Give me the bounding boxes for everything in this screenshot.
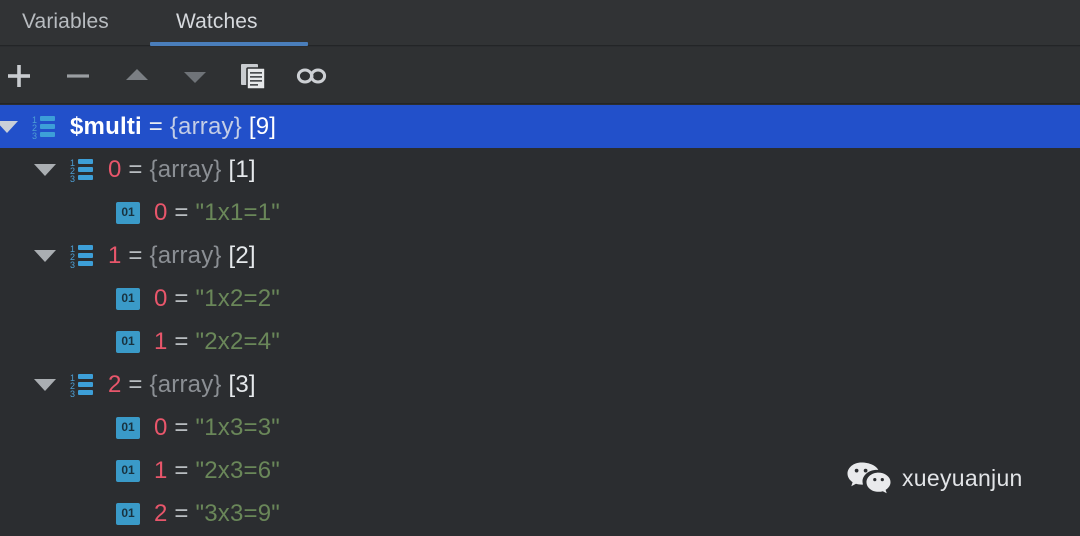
tree-row-type: {array}: [149, 155, 222, 183]
tree-row-key: $multi: [70, 112, 142, 140]
expand-triangle-icon[interactable]: [32, 243, 58, 269]
tree-row[interactable]: 1 2 3 $multi = {array} [9]: [0, 105, 1080, 148]
tree-row[interactable]: 01 0 = "1x1=1": [0, 191, 1080, 234]
tree-row-key: 1: [154, 456, 168, 484]
glasses-icon: [296, 68, 327, 84]
triangle-down-icon: [184, 72, 206, 83]
tree-row-equals: =: [167, 413, 196, 441]
move-up-button[interactable]: [120, 59, 154, 93]
move-down-button[interactable]: [178, 59, 212, 93]
tab-variables[interactable]: Variables: [22, 0, 109, 46]
tree-row-label: 0 = "1x3=3": [154, 414, 280, 442]
tree-row-value: "1x1=1": [195, 198, 281, 226]
watch-expression-button[interactable]: [294, 59, 328, 93]
tree-row-equals: =: [167, 198, 196, 226]
expand-triangle-icon[interactable]: [0, 114, 20, 140]
tree-row-key: 1: [108, 241, 122, 269]
tree-row-equals: =: [141, 112, 170, 140]
copy-value-button[interactable]: [236, 59, 270, 93]
tree-row-equals: =: [121, 370, 150, 398]
tree-row-equals: =: [167, 499, 196, 527]
string-icon: 01: [116, 458, 142, 484]
array-icon: 123: [32, 114, 58, 140]
tree-row-key: 0: [154, 413, 168, 441]
tree-row-key: 0: [108, 155, 122, 183]
tree-row-label: 2 = "3x3=9": [154, 500, 280, 528]
remove-watch-button[interactable]: [61, 59, 95, 93]
tree-row-label: $multi = {array} [9]: [70, 113, 276, 141]
tree-row-count: [9]: [241, 112, 277, 140]
string-icon: 01: [116, 200, 142, 226]
wechat-icon: [846, 460, 892, 496]
tree-row-equals: =: [167, 327, 196, 355]
copy-icon: [241, 64, 266, 90]
active-tab-indicator: [150, 42, 308, 46]
tree-row-label: 2 = {array} [3]: [108, 371, 256, 399]
debugger-watches-panel: Variables Watches 1 2 3 $multi = {array}…: [0, 0, 1080, 536]
tree-row-count: [1]: [221, 155, 256, 183]
string-icon: 01: [116, 415, 142, 441]
tree-row[interactable]: 01 0 = "1x3=3": [0, 406, 1080, 449]
tree-row-equals: =: [121, 241, 150, 269]
watermark: xueyuanjun: [846, 458, 1023, 498]
tree-row-value: "2x3=6": [195, 456, 281, 484]
tree-row-type: {array}: [149, 370, 222, 398]
add-watch-button[interactable]: [2, 59, 36, 93]
watches-toolbar: [0, 47, 1080, 104]
tree-row-label: 1 = "2x3=6": [154, 457, 280, 485]
array-icon: 123: [70, 372, 96, 398]
tree-row-key: 1: [154, 327, 168, 355]
array-icon: 123: [70, 157, 96, 183]
tree-row[interactable]: 123 0 = {array} [1]: [0, 148, 1080, 191]
tree-row-label: 0 = {array} [1]: [108, 156, 256, 184]
tree-row-key: 0: [154, 284, 168, 312]
tree-row-key: 2: [108, 370, 122, 398]
tree-row-label: 1 = "2x2=4": [154, 328, 280, 356]
tree-row[interactable]: 01 1 = "2x2=4": [0, 320, 1080, 363]
expand-triangle-icon[interactable]: [32, 157, 58, 183]
string-icon: 01: [116, 286, 142, 312]
tree-row-count: [2]: [221, 241, 256, 269]
watermark-text: xueyuanjun: [902, 464, 1023, 491]
tree-row-type: {array}: [149, 241, 222, 269]
tree-row[interactable]: 123 1 = {array} [2]: [0, 234, 1080, 277]
tree-row-label: 0 = "1x1=1": [154, 199, 280, 227]
tree-row[interactable]: 01 0 = "1x2=2": [0, 277, 1080, 320]
minus-icon: [67, 74, 89, 78]
tree-row-value: "1x3=3": [195, 413, 281, 441]
tree-row-equals: =: [121, 155, 150, 183]
tree-row-label: 1 = {array} [2]: [108, 242, 256, 270]
tree-row-value: "3x3=9": [195, 499, 281, 527]
tree-row[interactable]: 123 2 = {array} [3]: [0, 363, 1080, 406]
tree-row-key: 2: [154, 499, 168, 527]
triangle-up-icon: [126, 69, 148, 80]
tree-row-value: "2x2=4": [195, 327, 281, 355]
expand-triangle-icon[interactable]: [32, 372, 58, 398]
tree-row-value: "1x2=2": [195, 284, 281, 312]
tree-row[interactable]: 01 2 = "3x3=9": [0, 492, 1080, 535]
array-icon: 123: [70, 243, 96, 269]
tree-row-equals: =: [167, 456, 196, 484]
string-icon: 01: [116, 329, 142, 355]
tree-row-key: 0: [154, 198, 168, 226]
tree-row-label: 0 = "1x2=2": [154, 285, 280, 313]
tab-watches[interactable]: Watches: [176, 0, 258, 46]
tree-row-count: [3]: [221, 370, 256, 398]
panel-tab-bar: Variables Watches: [0, 0, 1080, 46]
plus-icon: [8, 65, 30, 87]
tree-row-type: {array}: [169, 112, 242, 140]
tree-row-equals: =: [167, 284, 196, 312]
string-icon: 01: [116, 501, 142, 527]
